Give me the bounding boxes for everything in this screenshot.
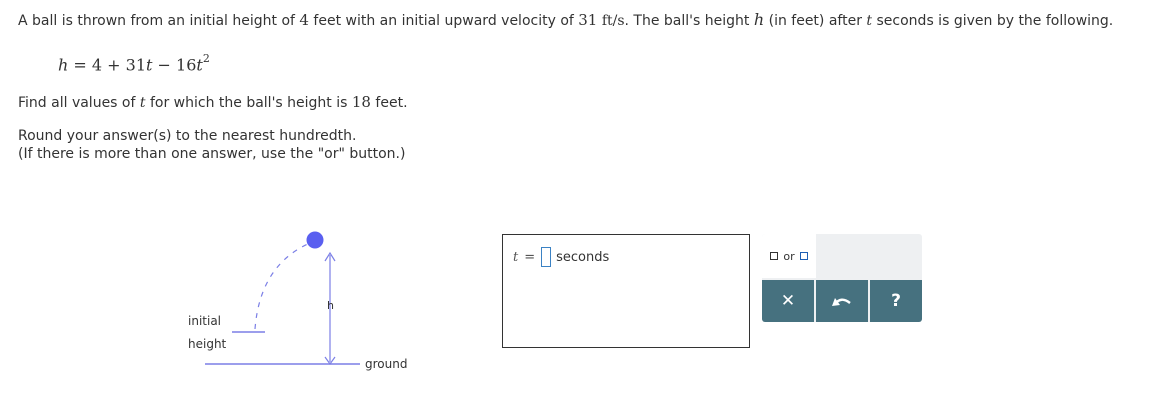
round-instruction: Round your answer(s) to the nearest hund… [18, 128, 357, 144]
problem-intro: A ball is thrown from an initial height … [18, 11, 1113, 30]
h-label: h [327, 299, 334, 312]
velocity-unit: ft/s [601, 13, 625, 29]
x-icon: ✕ [780, 291, 796, 311]
answer-box: t = seconds [502, 234, 750, 348]
keypad-actions: ✕ ? [762, 280, 922, 322]
target-height-value: 18 [351, 93, 371, 111]
h-variable: h [753, 10, 765, 29]
help-icon: ? [891, 291, 901, 311]
answer-row: t = seconds [513, 247, 609, 267]
ball-diagram: initial height h ground [160, 225, 440, 385]
initial-height-value: 4 [299, 11, 309, 29]
intro-text: . The ball's height [624, 13, 754, 29]
formula-h: h [58, 55, 69, 75]
ball [306, 231, 324, 249]
answer-t-label: t [513, 249, 519, 265]
equals-sign: = [524, 249, 536, 265]
find-text: feet. [370, 95, 408, 111]
or-label: or [783, 249, 795, 263]
blank-box-icon [770, 252, 779, 260]
intro-text: feet with an initial upward velocity of [308, 13, 579, 29]
answer-input[interactable] [541, 247, 552, 267]
intro-text: A ball is thrown from an initial height … [18, 13, 300, 29]
formula-t: t [196, 55, 203, 75]
find-instruction: Find all values of t for which the ball'… [18, 93, 408, 112]
undo-button[interactable] [816, 280, 870, 322]
clear-button[interactable]: ✕ [762, 280, 816, 322]
intro-text: (in feet) after [764, 13, 867, 29]
trajectory-path [254, 242, 311, 330]
blank-box-icon [799, 252, 808, 260]
ground-label: ground [365, 357, 408, 371]
initial-label: initial [188, 314, 221, 328]
undo-icon [832, 298, 851, 306]
or-button[interactable]: or [762, 234, 816, 278]
find-text: for which the ball's height is [145, 95, 352, 111]
height-label: height [188, 337, 227, 351]
velocity-value: 31 [578, 11, 598, 29]
answer-keypad: or ✕ ? [762, 234, 922, 322]
formula-exponent: 2 [202, 52, 210, 65]
intro-text: seconds is given by the following. [872, 13, 1114, 29]
or-instruction: (If there is more than one answer, use t… [18, 146, 406, 162]
seconds-unit: seconds [556, 249, 610, 265]
height-formula: h = 4 + 31t − 16t2 [58, 52, 210, 75]
find-text: Find all values of [18, 95, 140, 111]
help-button[interactable]: ? [870, 280, 922, 322]
formula-part: − 16 [152, 55, 197, 75]
formula-part: = 4 + 31 [68, 55, 147, 75]
